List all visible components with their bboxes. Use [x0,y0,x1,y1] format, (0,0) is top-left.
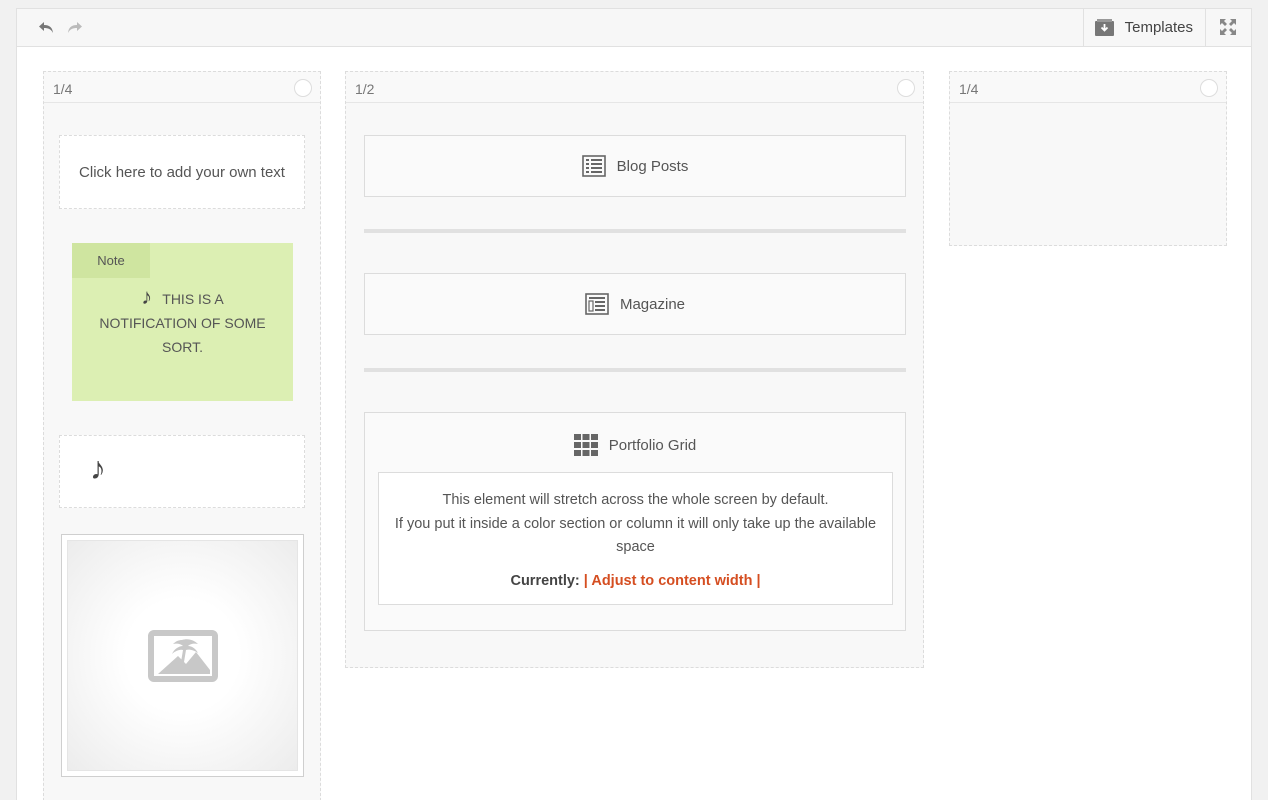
undo-icon[interactable] [37,18,55,36]
templates-icon [1094,18,1115,37]
column-toggle-icon[interactable] [1200,79,1218,97]
column-toggle-icon[interactable] [897,79,915,97]
text-block-placeholder: Click here to add your own text [79,163,285,181]
column-header: 1/4 [950,72,1226,103]
image-placeholder [67,540,298,771]
current-width-value[interactable]: | Adjust to content width | [584,573,761,589]
column-header: 1/4 [44,72,320,103]
column-header: 1/2 [346,72,923,103]
magazine-element[interactable]: Magazine [364,273,906,335]
magazine-icon [585,293,609,315]
column-toggle-icon[interactable] [294,79,312,97]
image-block[interactable] [61,534,304,777]
column-half[interactable]: 1/2 Blog Posts Magazine Portfolio Grid T… [345,71,924,668]
templates-button[interactable]: Templates [1082,9,1206,46]
builder-toolbar: Templates [17,9,1251,47]
current-width-setting: Currently: | Adjust to content width | [379,573,892,589]
blog-posts-label: Blog Posts [616,157,689,175]
notice-line-1: This element will stretch across the who… [442,492,829,508]
current-label: Currently: [510,572,580,589]
width-notice: This element will stretch across the who… [378,472,893,605]
blog-posts-element[interactable]: Blog Posts [364,135,906,197]
notification-message: THIS IS A NOTIFICATION OF SOME SORT. [99,291,266,355]
element-divider [364,368,906,372]
column-quarter-left[interactable]: 1/4 Click here to add your own text Note… [43,71,321,800]
column-size-label[interactable]: 1/2 [355,81,374,97]
magazine-label: Magazine [619,295,686,313]
blog-posts-icon [581,155,606,177]
notification-box[interactable]: Note ♪ THIS IS A NOTIFICATION OF SOME SOR… [72,243,293,401]
fullscreen-icon[interactable] [1219,18,1237,36]
image-placeholder-icon [147,629,218,682]
element-divider [364,229,906,233]
notice-line-2: If you put it inside a color section or … [394,515,877,556]
column-size-label[interactable]: 1/4 [959,81,978,97]
music-note-icon: ♪ [90,450,106,486]
note-tab: Note [72,243,150,278]
portfolio-grid-element[interactable]: Portfolio Grid This element will stretch… [364,412,906,631]
portfolio-grid-icon [573,434,598,456]
icon-block[interactable]: ♪ [59,435,305,508]
text-block[interactable]: Click here to add your own text [59,135,305,209]
column-size-label[interactable]: 1/4 [53,81,72,97]
notification-text: ♪ THIS IS A NOTIFICATION OF SOME SORT. [92,285,273,359]
music-note-icon: ♪ [141,284,153,309]
redo-icon[interactable] [66,18,84,36]
column-quarter-right[interactable]: 1/4 [949,71,1227,246]
portfolio-grid-label: Portfolio Grid [608,436,697,454]
builder-canvas: Templates 1/4 Click here to add your own… [16,8,1252,800]
templates-label: Templates [1124,19,1193,36]
